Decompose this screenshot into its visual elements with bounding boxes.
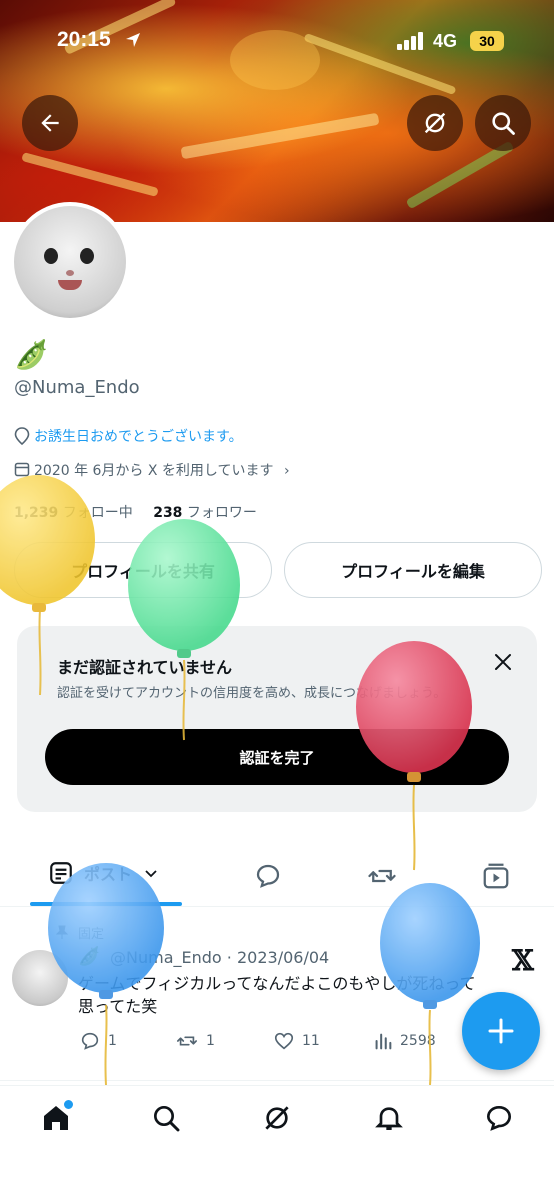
active-tab-indicator xyxy=(30,902,182,906)
signal-icon xyxy=(397,32,423,50)
nav-home[interactable] xyxy=(28,1090,84,1146)
birthday-link[interactable]: お誘生日おめでとうございます。 xyxy=(34,426,243,446)
share-profile-button[interactable]: プロフィールを共有 xyxy=(14,542,272,598)
verification-description: 認証を受けてアカウントの信用度を高め、成長につなげましょう。 xyxy=(57,686,447,701)
back-button[interactable] xyxy=(22,95,78,151)
close-icon[interactable] xyxy=(493,652,513,672)
joined-date[interactable]: 2020 年 6月から X を利用しています › xyxy=(34,460,290,480)
repost-button[interactable]: 1 xyxy=(174,1030,215,1052)
verification-card: まだ認証されていません 認証を受けてアカウントの信用度を高め、成長につなげましょ… xyxy=(17,626,537,812)
post-author-avatar[interactable] xyxy=(12,950,68,1006)
repost-count: 1 xyxy=(206,1033,215,1049)
notifications-icon xyxy=(375,1107,403,1130)
post-date: 2023/06/04 xyxy=(236,948,330,967)
following-label: フォロー中 xyxy=(62,505,133,521)
followers-label: フォロワー xyxy=(186,505,257,521)
reply-count: 1 xyxy=(108,1033,117,1049)
search-icon xyxy=(492,112,515,135)
verification-title: まだ認証されていません xyxy=(57,658,233,677)
status-time: 20:15 xyxy=(57,28,111,51)
like-count: 11 xyxy=(302,1033,320,1049)
post-text: ゲームでフィジカルってなんだよこのもやしが死ねって思ってた笑 xyxy=(78,974,476,1016)
nav-search[interactable] xyxy=(138,1090,194,1146)
media-icon[interactable] xyxy=(481,861,511,891)
grok-icon xyxy=(424,112,446,134)
location-pin-icon xyxy=(14,427,30,445)
arrow-left-icon xyxy=(41,114,59,132)
pin-icon xyxy=(55,925,69,939)
calendar-icon xyxy=(14,462,30,477)
following-link[interactable]: 1,239 フォロー中 xyxy=(14,505,133,521)
chevron-right-icon: › xyxy=(283,463,290,479)
post-meta: @Numa_Endo · 2023/06/04 xyxy=(110,948,330,967)
repost-icon xyxy=(177,1036,197,1046)
follow-stats: 1,239 フォロー中 238 フォロワー xyxy=(14,502,257,522)
following-count: 1,239 xyxy=(14,505,59,521)
post-author-handle[interactable]: @Numa_Endo xyxy=(110,948,222,967)
divider xyxy=(0,1080,554,1081)
network-type: 4G xyxy=(433,31,458,51)
tab-posts[interactable]: ポスト xyxy=(48,860,160,886)
reply-icon xyxy=(81,1032,99,1050)
pinned-label: 固定 xyxy=(78,927,105,942)
grok-button[interactable] xyxy=(407,95,463,151)
post-author-emoji: 🫛 xyxy=(78,946,101,967)
search-button[interactable] xyxy=(475,95,531,151)
battery-indicator: 30 xyxy=(470,31,504,51)
reposts-icon[interactable] xyxy=(366,861,398,891)
chevron-down-icon xyxy=(145,870,157,878)
display-name: 🫛 xyxy=(14,338,49,371)
location-arrow-icon xyxy=(126,33,140,47)
plus-icon xyxy=(488,1018,514,1044)
profile-avatar[interactable] xyxy=(10,202,130,322)
profile-handle: @Numa_Endo xyxy=(14,377,140,398)
compose-post-button[interactable] xyxy=(462,992,540,1070)
replies-icon[interactable] xyxy=(253,861,283,891)
tab-posts-label: ポスト xyxy=(84,865,133,884)
grok-icon xyxy=(265,1106,289,1130)
joined-text: 2020 年 6月から X を利用しています xyxy=(34,463,274,479)
view-count: 2598 xyxy=(400,1033,436,1049)
cat-avatar-image xyxy=(14,206,126,318)
posts-icon xyxy=(50,862,72,884)
messages-icon xyxy=(486,1105,512,1131)
nav-grok[interactable] xyxy=(249,1090,305,1146)
views-button[interactable]: 2598 xyxy=(372,1030,436,1052)
followers-link[interactable]: 238 フォロワー xyxy=(153,505,257,521)
followers-count: 238 xyxy=(153,505,183,521)
x-logo-icon: 𝕏 xyxy=(512,944,534,977)
profile-tabs: ポスト xyxy=(0,848,554,907)
views-icon xyxy=(375,1033,392,1050)
notification-dot xyxy=(62,1098,75,1111)
edit-profile-button[interactable]: プロフィールを編集 xyxy=(284,542,542,598)
nav-notifications[interactable] xyxy=(361,1090,417,1146)
reply-button[interactable]: 1 xyxy=(78,1030,117,1052)
status-bar: 20:15 4G 30 xyxy=(0,0,554,84)
bottom-navigation xyxy=(0,1085,554,1201)
like-button[interactable]: 11 xyxy=(272,1030,320,1052)
complete-verification-button[interactable]: 認証を完了 xyxy=(45,729,509,785)
nav-messages[interactable] xyxy=(471,1090,527,1146)
heart-icon xyxy=(274,1032,294,1050)
search-icon xyxy=(154,1106,180,1132)
